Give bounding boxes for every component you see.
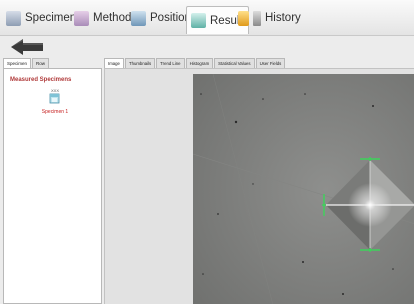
specimen-list: Measured Specimens XXX Specimen 1 — [3, 68, 102, 304]
tab-position-label: Position — [150, 12, 191, 24]
specimen-panel: Specimen Row Measured Specimens XXX Spec… — [3, 58, 102, 304]
specimen-icon — [6, 10, 21, 26]
tab-specimen-list[interactable]: Specimen — [3, 58, 32, 68]
tab-image[interactable]: Image — [104, 58, 124, 68]
tab-history[interactable]: History — [238, 6, 301, 30]
back-button[interactable] — [9, 38, 47, 56]
specimen-panel-tabs: Specimen Row — [3, 58, 50, 68]
indentation-image — [193, 74, 414, 304]
result-view-tabs: Image Thumbnails Trend Line Histogram St… — [104, 58, 286, 68]
toolbar — [0, 36, 414, 58]
tab-specimen-label: Specimen — [25, 12, 77, 24]
tab-history-label: History — [265, 12, 301, 24]
back-arrow-icon — [11, 39, 43, 55]
result-view-panel: Image Thumbnails Trend Line Histogram St… — [104, 58, 414, 304]
history-icon — [238, 10, 249, 26]
specimen-item-icon[interactable] — [49, 92, 60, 104]
tab-position[interactable]: Position — [131, 6, 191, 30]
history-icon-part — [253, 10, 261, 26]
main-tab-bar: Specimen Method Position Result History — [0, 0, 414, 36]
position-icon — [131, 10, 146, 26]
tab-method-label: Method — [93, 12, 132, 24]
tab-statistical-values[interactable]: Statistical Values — [214, 58, 255, 68]
tab-user-fields[interactable]: User Fields — [255, 58, 286, 68]
tab-histogram[interactable]: Histogram — [185, 58, 214, 68]
tab-specimen[interactable]: Specimen — [6, 6, 76, 30]
measured-specimens-title: Measured Specimens — [10, 77, 72, 83]
tab-thumbnails[interactable]: Thumbnails — [124, 58, 156, 68]
method-icon — [74, 10, 89, 26]
image-view-area — [104, 68, 414, 304]
tab-row[interactable]: Row — [32, 58, 50, 68]
indentation-micrograph[interactable] — [193, 74, 414, 304]
application-window: Specimen Method Position Result History — [0, 0, 414, 304]
tab-method[interactable]: Method — [74, 6, 131, 30]
specimen-item-label[interactable]: Specimen 1 — [24, 109, 86, 115]
result-icon — [191, 13, 206, 28]
tab-trend-line[interactable]: Trend Line — [156, 58, 185, 68]
